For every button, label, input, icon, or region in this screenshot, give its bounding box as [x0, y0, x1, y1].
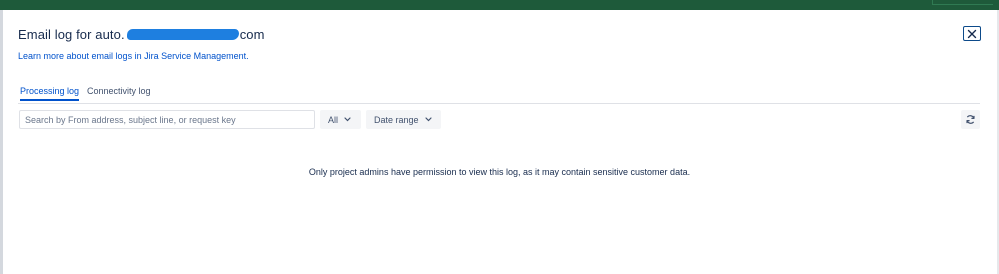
redacted-email-scribble	[126, 29, 239, 40]
chevron-down-icon	[424, 117, 432, 122]
window-control[interactable]	[932, 0, 993, 5]
dialog-title-prefix: Email log for auto.	[18, 27, 125, 42]
tab-processing-log[interactable]: Processing log	[20, 86, 80, 101]
date-range-label: Date range	[374, 114, 419, 125]
panel-left-border	[0, 10, 3, 274]
date-range-dropdown[interactable]: Date range	[366, 110, 441, 129]
status-filter-label: All	[328, 114, 339, 125]
dialog-title-suffix: com	[239, 27, 265, 42]
chevron-down-icon	[344, 117, 351, 122]
close-icon	[967, 29, 977, 38]
log-tabs: Processing log Connectivity log	[18, 86, 980, 104]
search-input[interactable]	[19, 110, 315, 129]
close-button[interactable]	[963, 26, 981, 41]
refresh-icon	[966, 115, 975, 124]
status-filter-dropdown[interactable]: All	[320, 110, 361, 129]
app-top-bar	[0, 0, 999, 10]
dialog-title: Email log for auto. com	[18, 27, 265, 42]
learn-more-link[interactable]: Learn more about email logs in Jira Serv…	[18, 51, 249, 61]
tab-connectivity-log[interactable]: Connectivity log	[87, 86, 151, 100]
permission-message: Only project admins have permission to v…	[308, 167, 691, 177]
refresh-button[interactable]	[961, 110, 980, 129]
